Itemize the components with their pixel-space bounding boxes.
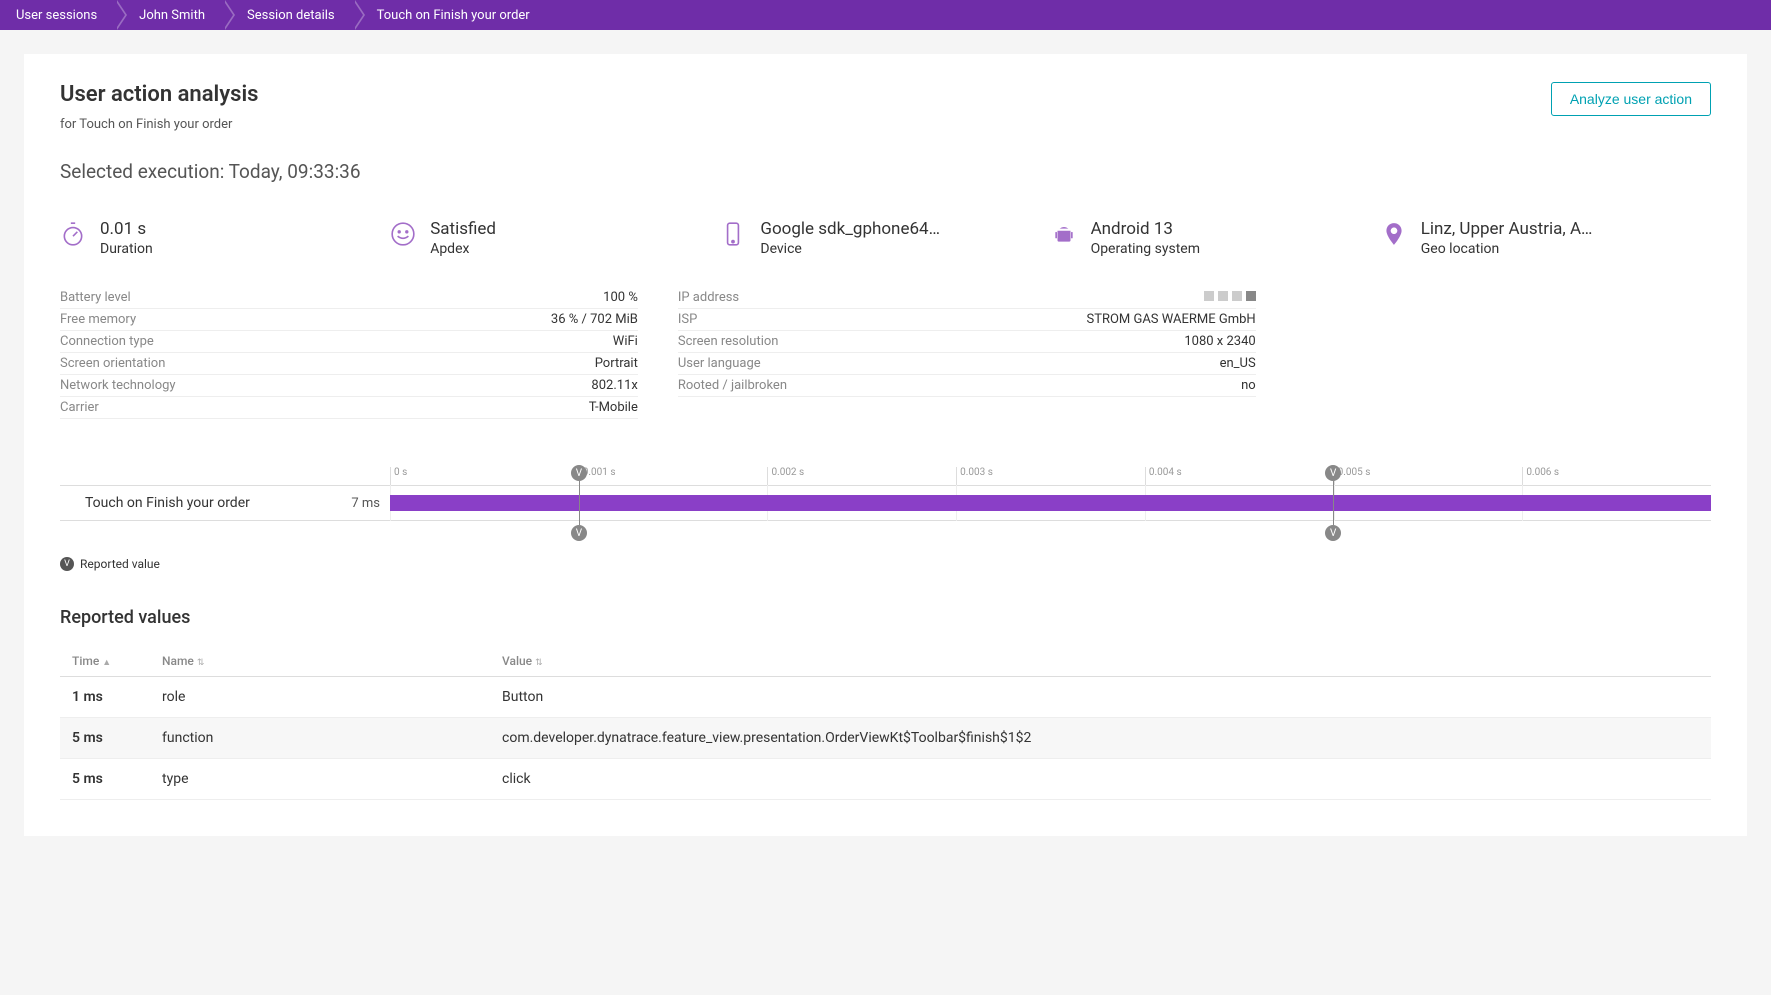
col-value[interactable]: Value⇅ [490, 646, 1711, 677]
header-row: User action analysis for Touch on Finish… [60, 82, 1711, 132]
metric-label: Duration [100, 241, 153, 257]
metric-device: Google sdk_gphone64… Device [720, 219, 1050, 257]
detail-resolution: Screen resolution1080 x 2340 [678, 331, 1256, 353]
breadcrumb-action[interactable]: Touch on Finish your order [353, 0, 548, 30]
phone-icon [720, 221, 746, 247]
detail-rooted: Rooted / jailbrokenno [678, 375, 1256, 397]
metric-label: Device [760, 241, 940, 257]
page-title: User action analysis [60, 82, 258, 107]
metric-value: Linz, Upper Austria, A… [1421, 219, 1593, 239]
detail-carrier: CarrierT-Mobile [60, 397, 638, 419]
timeline-marker-line [1333, 481, 1334, 525]
reported-value-icon: V [60, 557, 74, 571]
breadcrumb-user[interactable]: John Smith [115, 0, 223, 30]
timeline-marker-line [579, 481, 580, 525]
metric-label: Geo location [1421, 241, 1593, 257]
smile-icon [390, 221, 416, 247]
breadcrumb-label: Session details [247, 8, 335, 23]
timeline-bar [390, 495, 1711, 511]
metric-value: Android 13 [1091, 219, 1200, 239]
timeline-row-label: Touch on Finish your order [60, 495, 330, 511]
detail-orientation: Screen orientationPortrait [60, 353, 638, 375]
breadcrumb-session-details[interactable]: Session details [223, 0, 353, 30]
selected-execution: Selected execution: Today, 09:33:36 [60, 160, 1711, 183]
metric-label: Apdex [430, 241, 496, 257]
metric-os: Android 13 Operating system [1051, 219, 1381, 257]
timeline-marker-icon: V [1325, 465, 1341, 481]
metric-value: 0.01 s [100, 219, 153, 239]
breadcrumb-label: John Smith [139, 8, 205, 23]
details-row: Battery level100 % Free memory36 % / 702… [60, 287, 1711, 419]
detail-isp: ISPSTROM GAS WAERME GmbH [678, 309, 1256, 331]
reported-values-heading: Reported values [60, 607, 1711, 628]
timeline-tick: 0 s [390, 467, 579, 485]
detail-network-tech: Network technology802.11x [60, 375, 638, 397]
timeline-row: Touch on Finish your order 7 ms V V V V [60, 485, 1711, 521]
metric-value: Google sdk_gphone64… [760, 219, 940, 239]
analyze-user-action-button[interactable]: Analyze user action [1551, 82, 1711, 116]
details-left: Battery level100 % Free memory36 % / 702… [60, 287, 638, 419]
sort-icon: ⇅ [197, 658, 205, 668]
reported-values-table: Time▲ Name⇅ Value⇅ 1 ms role Button 5 ms… [60, 646, 1711, 800]
metric-value: Satisfied [430, 219, 496, 239]
timeline-marker-icon: V [571, 525, 587, 541]
timeline-tick: 0.003 s [956, 467, 1145, 485]
metrics-row: 0.01 s Duration Satisfied Apdex Google s… [60, 219, 1711, 257]
detail-battery: Battery level100 % [60, 287, 638, 309]
timeline-tick: 0.006 s [1522, 467, 1711, 485]
timeline-bar-track: V V V V [390, 485, 1711, 521]
breadcrumb-user-sessions[interactable]: User sessions [0, 0, 115, 30]
pin-icon [1381, 221, 1407, 247]
sort-asc-icon: ▲ [102, 658, 111, 668]
timeline-tick: 0.001 s [579, 467, 768, 485]
timeline-tick: 0.002 s [767, 467, 956, 485]
metric-label: Operating system [1091, 241, 1200, 257]
detail-memory: Free memory36 % / 702 MiB [60, 309, 638, 331]
stopwatch-icon [60, 221, 86, 247]
breadcrumb-label: Touch on Finish your order [377, 8, 530, 23]
detail-ip: IP address [678, 287, 1256, 309]
table-row: 5 ms function com.developer.dynatrace.fe… [60, 718, 1711, 759]
android-icon [1051, 221, 1077, 247]
details-right: IP address ISPSTROM GAS WAERME GmbH Scre… [678, 287, 1256, 419]
page-subtitle: for Touch on Finish your order [60, 117, 258, 132]
breadcrumb-bar: User sessions John Smith Session details… [0, 0, 1771, 30]
detail-connection: Connection typeWiFi [60, 331, 638, 353]
timeline-tick: 0.004 s [1145, 467, 1334, 485]
detail-language: User languageen_US [678, 353, 1256, 375]
ip-masked [1204, 290, 1256, 305]
timeline: 0 s 0.001 s 0.002 s 0.003 s 0.004 s 0.00… [60, 467, 1711, 521]
col-time[interactable]: Time▲ [60, 646, 150, 677]
table-row: 5 ms type click [60, 759, 1711, 800]
timeline-ticks: 0 s 0.001 s 0.002 s 0.003 s 0.004 s 0.00… [390, 467, 1711, 485]
timeline-marker-icon: V [1325, 525, 1341, 541]
timeline-row-duration: 7 ms [330, 496, 390, 511]
sort-icon: ⇅ [535, 658, 543, 668]
reported-value-legend-label: Reported value [80, 557, 160, 571]
reported-value-legend: V Reported value [60, 557, 1711, 571]
table-row: 1 ms role Button [60, 677, 1711, 718]
timeline-tick: 0.005 s [1334, 467, 1523, 485]
metric-apdex: Satisfied Apdex [390, 219, 720, 257]
main-panel: User action analysis for Touch on Finish… [24, 54, 1747, 836]
metric-duration: 0.01 s Duration [60, 219, 390, 257]
timeline-marker-icon: V [571, 465, 587, 481]
metric-geo: Linz, Upper Austria, A… Geo location [1381, 219, 1711, 257]
breadcrumb-label: User sessions [16, 8, 97, 23]
col-name[interactable]: Name⇅ [150, 646, 490, 677]
